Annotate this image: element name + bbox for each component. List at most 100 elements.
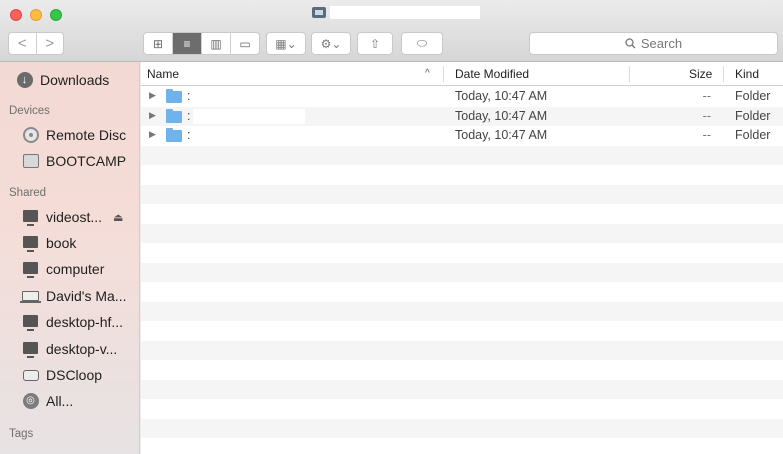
globe-icon: ◎ bbox=[22, 393, 39, 410]
tag-button[interactable]: ⬭ bbox=[401, 32, 443, 55]
column-view-button[interactable]: ▥ bbox=[202, 33, 231, 54]
folder-icon bbox=[166, 108, 182, 123]
folder-icon bbox=[166, 89, 182, 103]
view-mode-group: ⊞ ≡ ▥ ▭ bbox=[143, 32, 260, 55]
search-input[interactable]: Search bbox=[529, 32, 778, 55]
empty-row bbox=[141, 340, 783, 360]
file-rows: ▶ : Today, 10:47 AM -- Folder ▶ : Today,… bbox=[141, 87, 783, 454]
sidebar-item-videost[interactable]: videost... ⏏ bbox=[22, 207, 123, 227]
sidebar-item-label: All... bbox=[46, 393, 74, 409]
search-placeholder: Search bbox=[640, 36, 683, 51]
redacted-name bbox=[193, 128, 305, 143]
column-header-size[interactable]: Size bbox=[689, 62, 712, 86]
sidebar-item-label: desktop-hf... bbox=[46, 314, 124, 330]
column-header-date-modified[interactable]: Date Modified bbox=[455, 62, 529, 86]
sidebar-item-dscloop[interactable]: DSCloop bbox=[22, 365, 102, 385]
table-row[interactable]: ▶ : Today, 10:47 AM -- Folder bbox=[141, 126, 783, 146]
column-header-kind[interactable]: Kind bbox=[735, 62, 759, 86]
list-header: Name ^ Date Modified Size Kind bbox=[141, 62, 783, 86]
sidebar-item-label: videost... bbox=[46, 209, 103, 225]
window-toolbar: < > ⊞ ≡ ▥ ▭ ▦⌄ ⚙⌄ ⇧ ⬭ Search bbox=[0, 0, 783, 62]
monitor-icon bbox=[22, 314, 39, 331]
sidebar-item-desktop-v[interactable]: desktop-v... bbox=[22, 339, 117, 359]
empty-row bbox=[141, 282, 783, 302]
date-modified: Today, 10:47 AM bbox=[455, 89, 548, 103]
file-list: Name ^ Date Modified Size Kind ▶ : Today… bbox=[141, 62, 783, 454]
sidebar-item-book[interactable]: book bbox=[22, 233, 76, 253]
sidebar-item-davids-mac[interactable]: David's Ma... bbox=[20, 286, 126, 306]
sidebar-item-label: BOOTCAMP bbox=[46, 153, 127, 169]
sidebar-item-label: DSCloop bbox=[46, 367, 103, 383]
file-name: : bbox=[187, 128, 191, 142]
empty-row bbox=[141, 418, 783, 438]
empty-row bbox=[141, 399, 783, 419]
file-size: -- bbox=[702, 108, 711, 123]
folder-proxy-icon[interactable] bbox=[312, 6, 326, 18]
download-icon: ↓ bbox=[16, 72, 33, 89]
fullscreen-window-button[interactable] bbox=[50, 9, 62, 21]
disclosure-triangle-icon[interactable]: ▶ bbox=[149, 90, 156, 101]
search-icon bbox=[625, 38, 636, 49]
column-divider[interactable] bbox=[723, 66, 724, 82]
empty-row bbox=[141, 223, 783, 243]
sidebar-item-label: computer bbox=[46, 261, 105, 277]
table-row[interactable]: ▶ : Today, 10:47 AM -- Folder bbox=[141, 87, 783, 107]
sidebar-item-remote-disc[interactable]: Remote Disc bbox=[22, 125, 126, 145]
column-header-name[interactable]: Name bbox=[147, 62, 179, 86]
sidebar-item-all[interactable]: ◎ All... bbox=[22, 391, 73, 411]
folder-icon bbox=[166, 128, 182, 142]
redacted-name bbox=[193, 108, 305, 124]
date-modified: Today, 10:47 AM bbox=[455, 128, 548, 142]
action-gear-button[interactable]: ⚙⌄ bbox=[311, 32, 351, 55]
sidebar: ↓ Downloads Devices Remote Disc BOOTCAMP… bbox=[0, 62, 140, 454]
drive-icon bbox=[22, 153, 39, 170]
file-kind: Folder bbox=[735, 128, 771, 142]
empty-row bbox=[141, 262, 783, 282]
sidebar-item-desktop-hf[interactable]: desktop-hf... bbox=[22, 312, 123, 332]
column-divider[interactable] bbox=[443, 66, 444, 82]
file-name: : bbox=[187, 108, 191, 123]
back-button[interactable]: < bbox=[9, 33, 37, 54]
time-capsule-icon bbox=[22, 367, 39, 384]
monitor-icon bbox=[22, 341, 39, 358]
date-modified: Today, 10:47 AM bbox=[455, 108, 548, 123]
close-window-button[interactable] bbox=[10, 9, 22, 21]
sidebar-item-downloads[interactable]: ↓ Downloads bbox=[16, 70, 109, 90]
empty-row bbox=[141, 321, 783, 341]
eject-icon[interactable]: ⏏ bbox=[113, 211, 123, 224]
empty-row bbox=[141, 360, 783, 380]
sidebar-section-shared: Shared bbox=[9, 187, 47, 199]
empty-row bbox=[141, 243, 783, 263]
back-forward-group: < > bbox=[8, 32, 64, 55]
empty-row bbox=[141, 145, 783, 165]
disclosure-triangle-icon[interactable]: ▶ bbox=[149, 129, 156, 140]
forward-button[interactable]: > bbox=[37, 33, 64, 54]
empty-row bbox=[141, 379, 783, 399]
sidebar-item-computer[interactable]: computer bbox=[22, 259, 104, 279]
list-view-button[interactable]: ≡ bbox=[173, 33, 202, 54]
sidebar-section-devices: Devices bbox=[9, 105, 50, 117]
empty-row bbox=[141, 165, 783, 185]
file-kind: Folder bbox=[735, 108, 771, 123]
sidebar-item-label: Downloads bbox=[40, 72, 110, 88]
sidebar-section-tags: Tags bbox=[9, 428, 34, 440]
file-name: : bbox=[187, 89, 191, 103]
table-row[interactable]: ▶ : Today, 10:47 AM -- Folder bbox=[141, 106, 783, 126]
arrange-button[interactable]: ▦⌄ bbox=[266, 32, 306, 55]
disclosure-triangle-icon[interactable]: ▶ bbox=[149, 110, 156, 121]
sidebar-item-bootcamp[interactable]: BOOTCAMP bbox=[22, 151, 126, 171]
empty-row bbox=[141, 204, 783, 224]
laptop-icon bbox=[20, 288, 41, 305]
share-button[interactable]: ⇧ bbox=[357, 32, 393, 55]
sidebar-item-label: desktop-v... bbox=[46, 341, 118, 357]
file-size: -- bbox=[702, 128, 711, 142]
column-divider[interactable] bbox=[629, 66, 630, 82]
window-title-text bbox=[330, 5, 480, 19]
minimize-window-button[interactable] bbox=[30, 9, 42, 21]
cover-flow-view-button[interactable]: ▭ bbox=[231, 33, 259, 54]
icon-view-button[interactable]: ⊞ bbox=[144, 33, 173, 54]
file-kind: Folder bbox=[735, 89, 771, 103]
empty-row bbox=[141, 301, 783, 321]
empty-row bbox=[141, 184, 783, 204]
sidebar-item-label: book bbox=[46, 235, 77, 251]
